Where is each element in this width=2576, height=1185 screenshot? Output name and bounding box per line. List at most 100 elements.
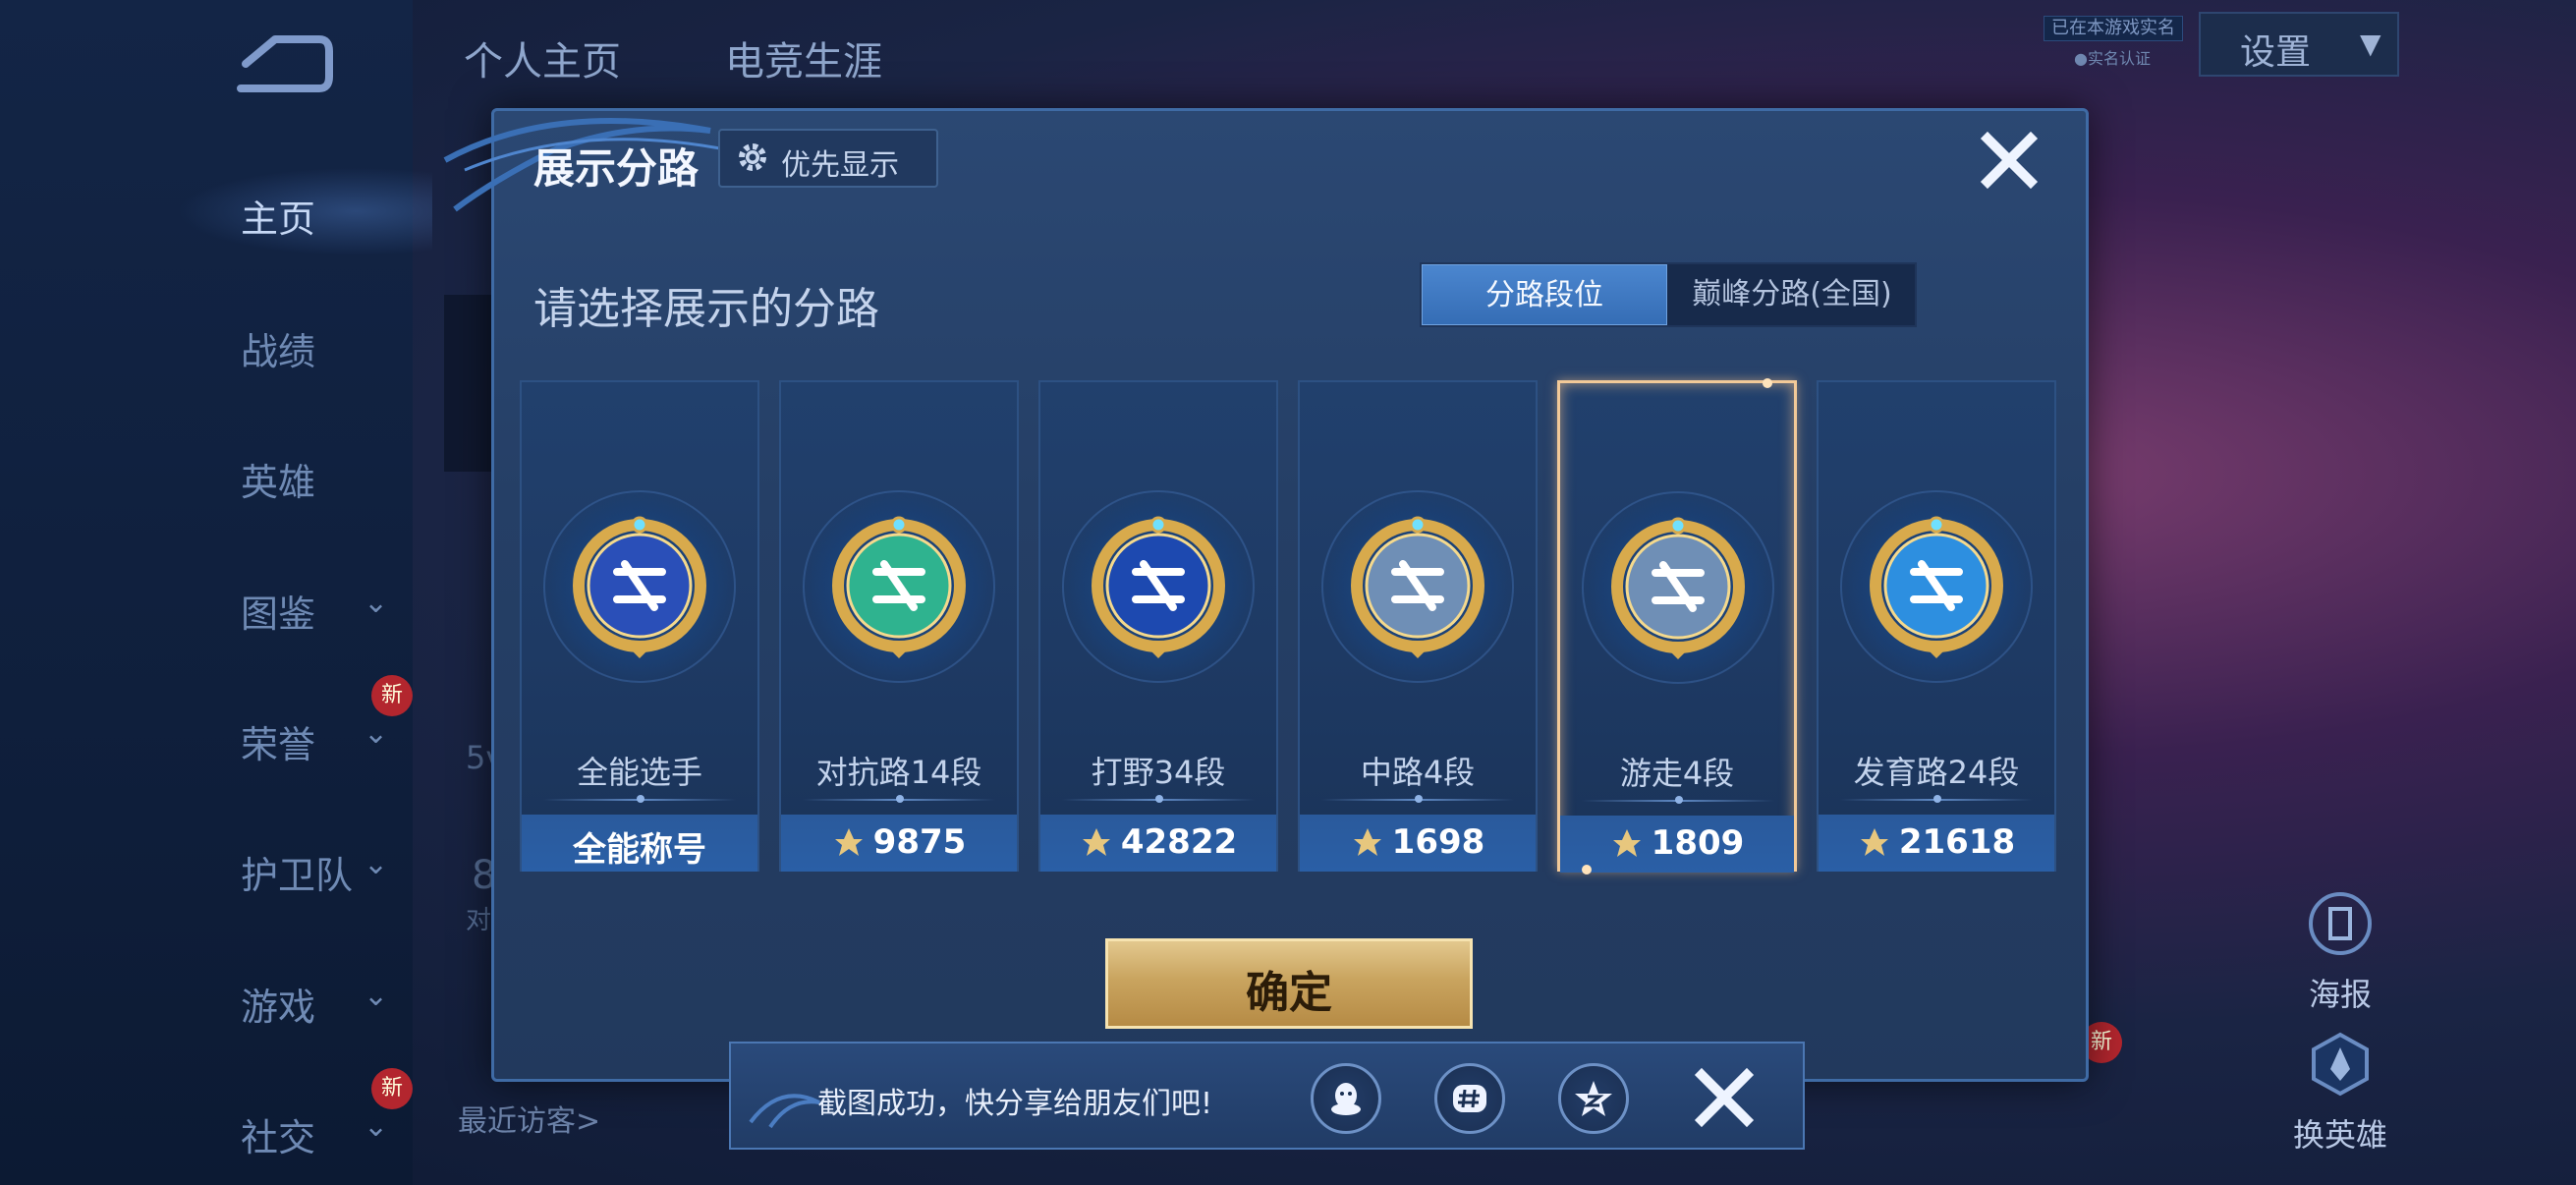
sidebar-item[interactable]: 英雄 [216, 440, 413, 509]
sidebar-item[interactable]: 战绩 [216, 310, 413, 378]
sidebar-item-label: 社交 [241, 1116, 316, 1159]
new-badge: 新 [371, 1068, 413, 1109]
chevron-down-icon: ⌄ [364, 1109, 389, 1144]
mid-lane-badge-icon [1351, 516, 1484, 658]
divider-dot [1675, 796, 1683, 804]
tab-peak-lane[interactable]: 巅峰分路(全国) [1669, 264, 1915, 325]
dialog-title: 展示分路 [533, 144, 700, 193]
divider-dot [637, 795, 644, 803]
poster-icon [2309, 892, 2372, 955]
clash-lane-badge-icon [832, 516, 966, 658]
divider-dot [1155, 795, 1163, 803]
tab-profile[interactable]: 个人主页 [464, 29, 621, 86]
change-hero-label: 换英雄 [2292, 1116, 2387, 1154]
lane-score: 42822 [1040, 822, 1276, 862]
lane-name: 对抗路14段 [815, 754, 982, 791]
qq-icon [1331, 1083, 1361, 1115]
lane-score-value: 全能称号 [573, 830, 706, 870]
lane-card[interactable]: 中路4段 1698 [1298, 380, 1538, 872]
lane-card[interactable]: 对抗路14段 9875 [779, 380, 1019, 872]
lane-points-icon [1860, 828, 1888, 856]
lane-card[interactable]: 全能选手 全能称号 [520, 380, 759, 872]
lane-score-value: 21618 [1898, 822, 2016, 862]
close-icon[interactable] [1978, 129, 2041, 192]
lane-score: 全能称号 [522, 822, 757, 871]
lane-name: 全能选手 [576, 754, 702, 791]
share-toast: 截图成功，快分享给朋友们吧! [729, 1042, 1805, 1150]
confirm-button[interactable]: 确定 [1105, 938, 1473, 1029]
chevron-down-icon: ⌄ [364, 847, 389, 881]
lane-points-icon [1353, 828, 1381, 856]
chevron-down-icon: ⌄ [364, 586, 389, 620]
jungle-badge-icon [1092, 516, 1225, 658]
sidebar-item-label: 荣誉 [241, 723, 316, 766]
lane-display-dialog: 展示分路 优先显示 请选择展示的分路 分路段位 巅峰分路(全国) 全能选手全能称… [443, 108, 2089, 1082]
confirm-label: 确定 [1246, 968, 1332, 1018]
realname-tag: 已在本游戏实名 [2044, 16, 2183, 41]
divider-dot [1415, 795, 1423, 803]
sidebar-item-label: 主页 [241, 198, 316, 241]
divider-dot [1933, 795, 1941, 803]
lane-mode-toggle: 分路段位 巅峰分路(全国) [1420, 262, 1917, 327]
lane-card[interactable]: 游走4段 1809 [1557, 378, 1797, 875]
settings-label: 设置 [2240, 32, 2312, 73]
sidebar-item[interactable]: 图鉴 ⌄ [216, 572, 413, 641]
lane-score: 1809 [1560, 823, 1794, 863]
new-badge: 新 [371, 675, 413, 716]
lane-card[interactable]: 发育路24段 21618 [1817, 380, 2056, 872]
sidebar-item-label: 护卫队 [241, 854, 354, 897]
roam-badge-icon [1611, 517, 1745, 659]
dialog-subtitle: 请选择展示的分路 [533, 284, 879, 334]
sidebar-item-label: 图鉴 [241, 592, 316, 636]
hero-icon [2312, 1032, 2369, 1097]
all-round-badge-icon [573, 516, 706, 658]
lane-score: 1698 [1300, 822, 1536, 862]
selection-corner [1763, 378, 1772, 388]
lane-score-value: 42822 [1120, 822, 1238, 862]
sidebar-item[interactable]: 荣誉 ⌄ 新 [216, 675, 413, 771]
lane-name: 中路4段 [1360, 754, 1476, 791]
lane-name: 发育路24段 [1853, 754, 2020, 791]
sidebar-item-label: 游戏 [241, 986, 316, 1029]
toast-message: 截图成功，快分享给朋友们吧! [817, 1087, 1213, 1121]
sidebar-item[interactable]: 游戏 ⌄ [216, 965, 413, 1034]
back-icon[interactable] [226, 29, 334, 98]
share-qzone-button[interactable] [1558, 1063, 1629, 1134]
wechat-moments-icon [1453, 1085, 1486, 1112]
farm-lane-badge-icon [1870, 516, 2003, 658]
lane-score: 21618 [1819, 822, 2054, 862]
share-qq-button[interactable] [1311, 1063, 1381, 1134]
lane-score-value: 9875 [872, 822, 967, 862]
sidebar-item[interactable]: 主页 [177, 167, 432, 255]
sidebar-item-label: 战绩 [241, 330, 316, 373]
settings-button[interactable]: 设置 ▼ [2199, 12, 2399, 77]
sidebar-item[interactable]: 护卫队 ⌄ [216, 833, 413, 902]
poster-button[interactable]: 海报 [2281, 889, 2399, 1015]
sidebar-item-label: 英雄 [241, 461, 316, 504]
lane-points-icon [834, 828, 863, 856]
lane-card[interactable]: 打野34段 42822 [1038, 380, 1278, 872]
lane-score-value: 1809 [1651, 823, 1745, 863]
qzone-icon [1575, 1081, 1612, 1116]
background-fragment: 对 [466, 906, 492, 935]
lane-name: 打野34段 [1091, 754, 1226, 791]
lane-points-icon [1082, 828, 1110, 856]
lane-score: 9875 [781, 822, 1017, 862]
chevron-down-icon: ⌄ [364, 979, 389, 1013]
recent-visitors-link[interactable]: 最近访客> [458, 1097, 600, 1140]
tab-esports[interactable]: 电竞生涯 [725, 29, 882, 86]
divider-dot [896, 795, 904, 803]
priority-display-button[interactable]: 优先显示 [718, 129, 938, 188]
priority-display-label: 优先显示 [781, 148, 899, 183]
chevron-down-icon: ▼ [2360, 28, 2381, 60]
close-icon[interactable] [1692, 1065, 1757, 1130]
realname-sub: ●实名认证 [2074, 49, 2151, 68]
tab-lane-rank[interactable]: 分路段位 [1422, 264, 1667, 325]
share-moments-button[interactable] [1434, 1063, 1505, 1134]
lane-score-value: 1698 [1391, 822, 1485, 862]
chevron-down-icon: ⌄ [364, 716, 389, 751]
lane-name: 游走4段 [1619, 755, 1735, 792]
selection-corner [1582, 865, 1592, 875]
sidebar-item[interactable]: 社交 ⌄ 新 [216, 1068, 413, 1164]
change-hero-button[interactable]: 换英雄 [2281, 1030, 2399, 1156]
